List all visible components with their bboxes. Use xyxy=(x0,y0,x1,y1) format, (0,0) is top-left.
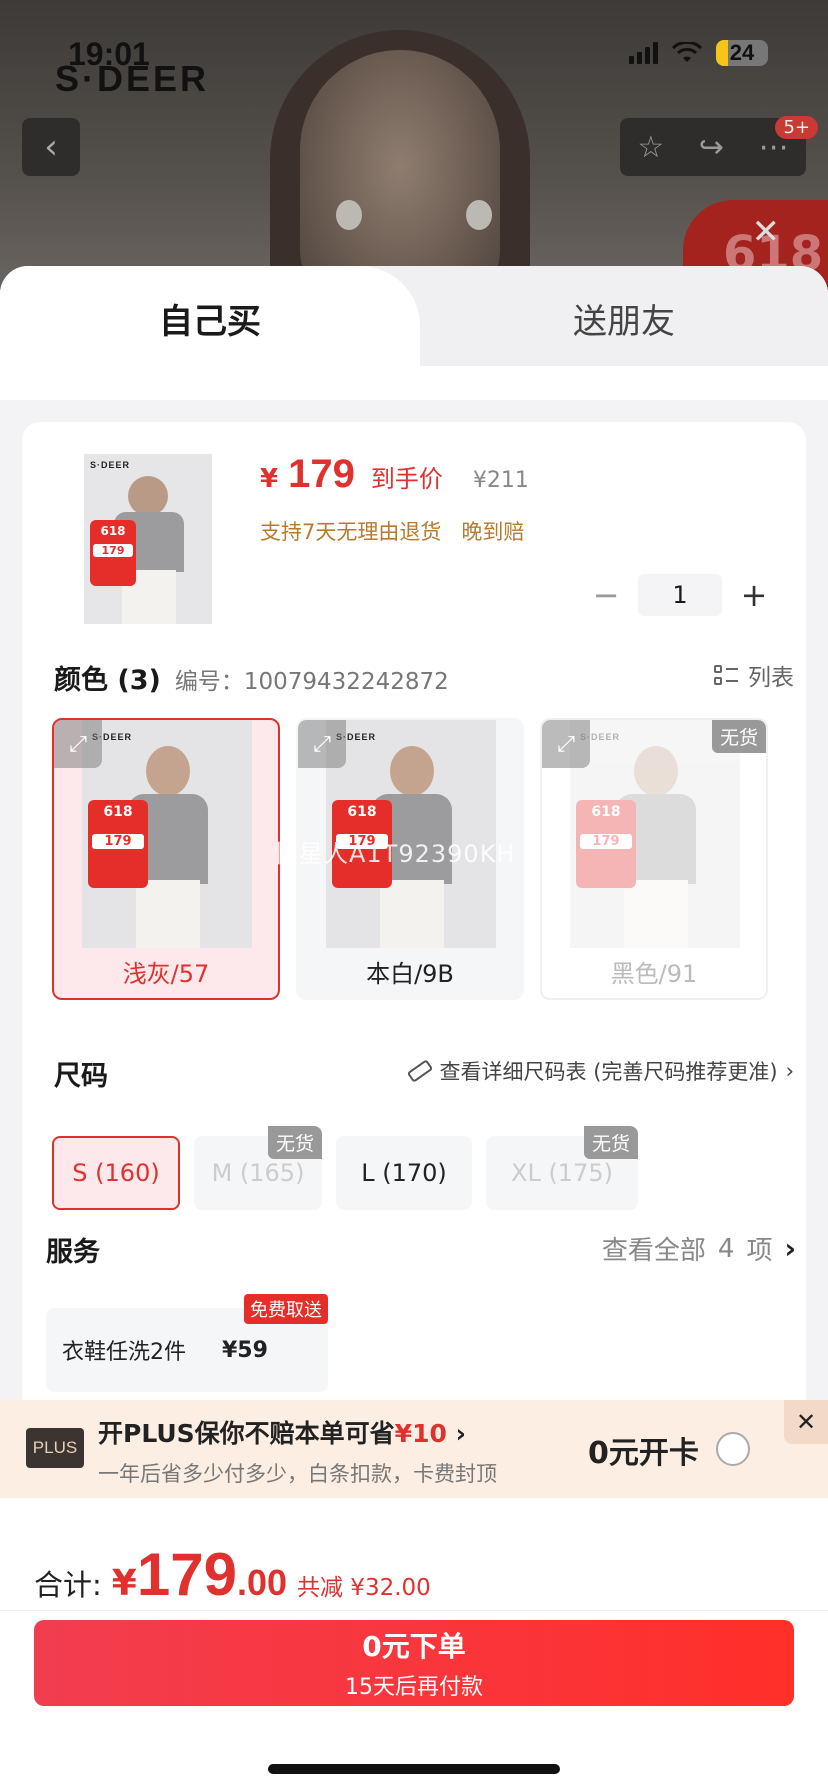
quantity-stepper: − 1 + xyxy=(590,574,770,616)
close-icon[interactable]: ✕ xyxy=(784,1400,828,1444)
home-indicator xyxy=(268,1764,560,1774)
thumb-brand: S·DEER xyxy=(90,460,131,470)
color-option-light-gray[interactable]: ⤢ S·DEER 618 179 浅灰/57 xyxy=(52,718,280,1000)
service-badge: 免费取送 xyxy=(244,1294,328,1324)
star-icon[interactable]: ☆ xyxy=(637,130,664,165)
expand-icon[interactable]: ⤢ xyxy=(542,720,590,768)
chevron-right-icon: › xyxy=(784,1232,796,1265)
sku-number: 编号：10079432242872 xyxy=(174,669,449,695)
plus-logo: PLUS xyxy=(26,1428,84,1468)
plus-open-card[interactable]: 0元开卡 xyxy=(588,1428,699,1472)
original-price: ¥211 xyxy=(472,468,529,493)
size-option-xl[interactable]: XL (175) 无货 xyxy=(486,1126,638,1210)
order-button[interactable]: 0元下单 15天后再付款 xyxy=(34,1620,794,1706)
size-option-s[interactable]: S (160) xyxy=(52,1136,180,1210)
price-row: ¥ 179 到手价 ¥211 xyxy=(260,452,529,497)
back-button[interactable]: ‹ xyxy=(22,118,80,176)
plus-title: 开PLUS保你不赔本单可省¥10 › xyxy=(98,1419,466,1448)
earring-right xyxy=(466,200,492,230)
checkout-footer: 合计: ¥ 179 .00 共减 ¥32.00 0元下单 15天后再付款 xyxy=(0,1498,828,1792)
chevron-right-icon: › xyxy=(455,1419,466,1448)
size-guide-link[interactable]: 查看详细尺码表 (完善尺码推荐更准) › xyxy=(406,1056,794,1086)
service-title: 服务 xyxy=(46,1237,100,1268)
size-header: 尺码 查看详细尺码表 (完善尺码推荐更准) › xyxy=(54,1054,794,1093)
service-guarantees: 支持7天无理由退货 晚到赔 xyxy=(260,516,524,546)
service-item-laundry[interactable]: 衣鞋任洗2件 ¥59 免费取送 xyxy=(46,1294,328,1392)
size-options: S (160) M (165) 无货 L (170) XL (175) 无货 xyxy=(52,1126,638,1210)
plus-banner[interactable]: PLUS 开PLUS保你不赔本单可省¥10 › 一年后省多少付多少，白条扣款，卡… xyxy=(0,1400,828,1498)
expand-icon[interactable]: ⤢ xyxy=(54,720,102,768)
color-image: S·DEER 618 179 xyxy=(82,720,252,948)
color-image: S·DEER 618 179 xyxy=(570,720,740,948)
tab-bar: 自己买 送朋友 xyxy=(0,266,828,400)
final-price-label: 到手价 xyxy=(370,465,443,493)
expand-icon[interactable]: ⤢ xyxy=(298,720,346,768)
plus-radio[interactable] xyxy=(716,1432,750,1466)
total-saving: 共减 ¥32.00 xyxy=(297,1575,431,1601)
total-price: 合计: ¥ 179 .00 共减 ¥32.00 xyxy=(34,1541,431,1608)
brand-logo: S·DEER xyxy=(55,58,210,99)
tab-gift-friend[interactable]: 送朋友 xyxy=(420,266,828,366)
thumb-promo-tag: 618 179 xyxy=(90,520,136,586)
tab-buy-self[interactable]: 自己买 xyxy=(0,266,420,400)
sold-out-badge: 无货 xyxy=(711,720,766,753)
plus-subtitle: 一年后省多少付多少，白条扣款，卡费封顶 xyxy=(98,1462,497,1486)
final-price: 179 xyxy=(288,452,355,496)
service-header: 服务 查看全部 4 项 › xyxy=(46,1230,796,1269)
product-thumbnail[interactable]: S·DEER 618 179 xyxy=(84,454,212,624)
color-option-label: 本白/9B xyxy=(366,959,454,988)
return-policy: 支持7天无理由退货 xyxy=(260,520,442,544)
color-header: 颜色 (3) 编号：10079432242872 列表 xyxy=(54,658,794,697)
share-icon[interactable]: ↪ xyxy=(699,130,724,165)
price-symbol: ¥ xyxy=(260,464,279,494)
view-all-services[interactable]: 查看全部 4 项 › xyxy=(602,1230,796,1267)
late-compensation: 晚到赔 xyxy=(461,520,525,544)
color-option-black[interactable]: ⤢ 无货 S·DEER 618 179 黑色/91 xyxy=(540,718,768,1000)
list-view-toggle[interactable]: 列表 xyxy=(714,658,794,692)
color-option-label: 浅灰/57 xyxy=(122,959,210,988)
status-icons: 24 xyxy=(629,40,768,66)
model-face xyxy=(300,50,500,290)
service-price: ¥59 xyxy=(222,1337,268,1363)
notification-badge: 5+ xyxy=(775,116,818,139)
chevron-left-icon: ‹ xyxy=(44,127,58,167)
color-title: 颜色 (3) xyxy=(54,665,161,696)
battery-icon: 24 xyxy=(716,40,768,66)
quantity-value[interactable]: 1 xyxy=(638,574,722,616)
signal-icon xyxy=(629,42,658,64)
size-title: 尺码 xyxy=(54,1061,108,1092)
close-icon[interactable]: ✕ xyxy=(752,212,781,252)
size-option-m[interactable]: M (165) 无货 xyxy=(194,1126,322,1210)
sold-out-badge: 无货 xyxy=(583,1126,638,1159)
size-option-l[interactable]: L (170) xyxy=(336,1136,472,1210)
watermark: 慢星人A1T92390KH xyxy=(274,840,516,868)
color-option-label: 黑色/91 xyxy=(610,959,698,988)
earring-left xyxy=(336,200,362,230)
increase-button[interactable]: + xyxy=(738,576,770,614)
list-icon xyxy=(714,665,738,685)
chevron-right-icon: › xyxy=(785,1059,794,1083)
decrease-button[interactable]: − xyxy=(590,576,622,614)
sold-out-badge: 无货 xyxy=(267,1126,322,1159)
ruler-icon xyxy=(406,1059,433,1083)
wifi-icon xyxy=(672,42,702,62)
service-name: 衣鞋任洗2件 xyxy=(62,1340,186,1365)
